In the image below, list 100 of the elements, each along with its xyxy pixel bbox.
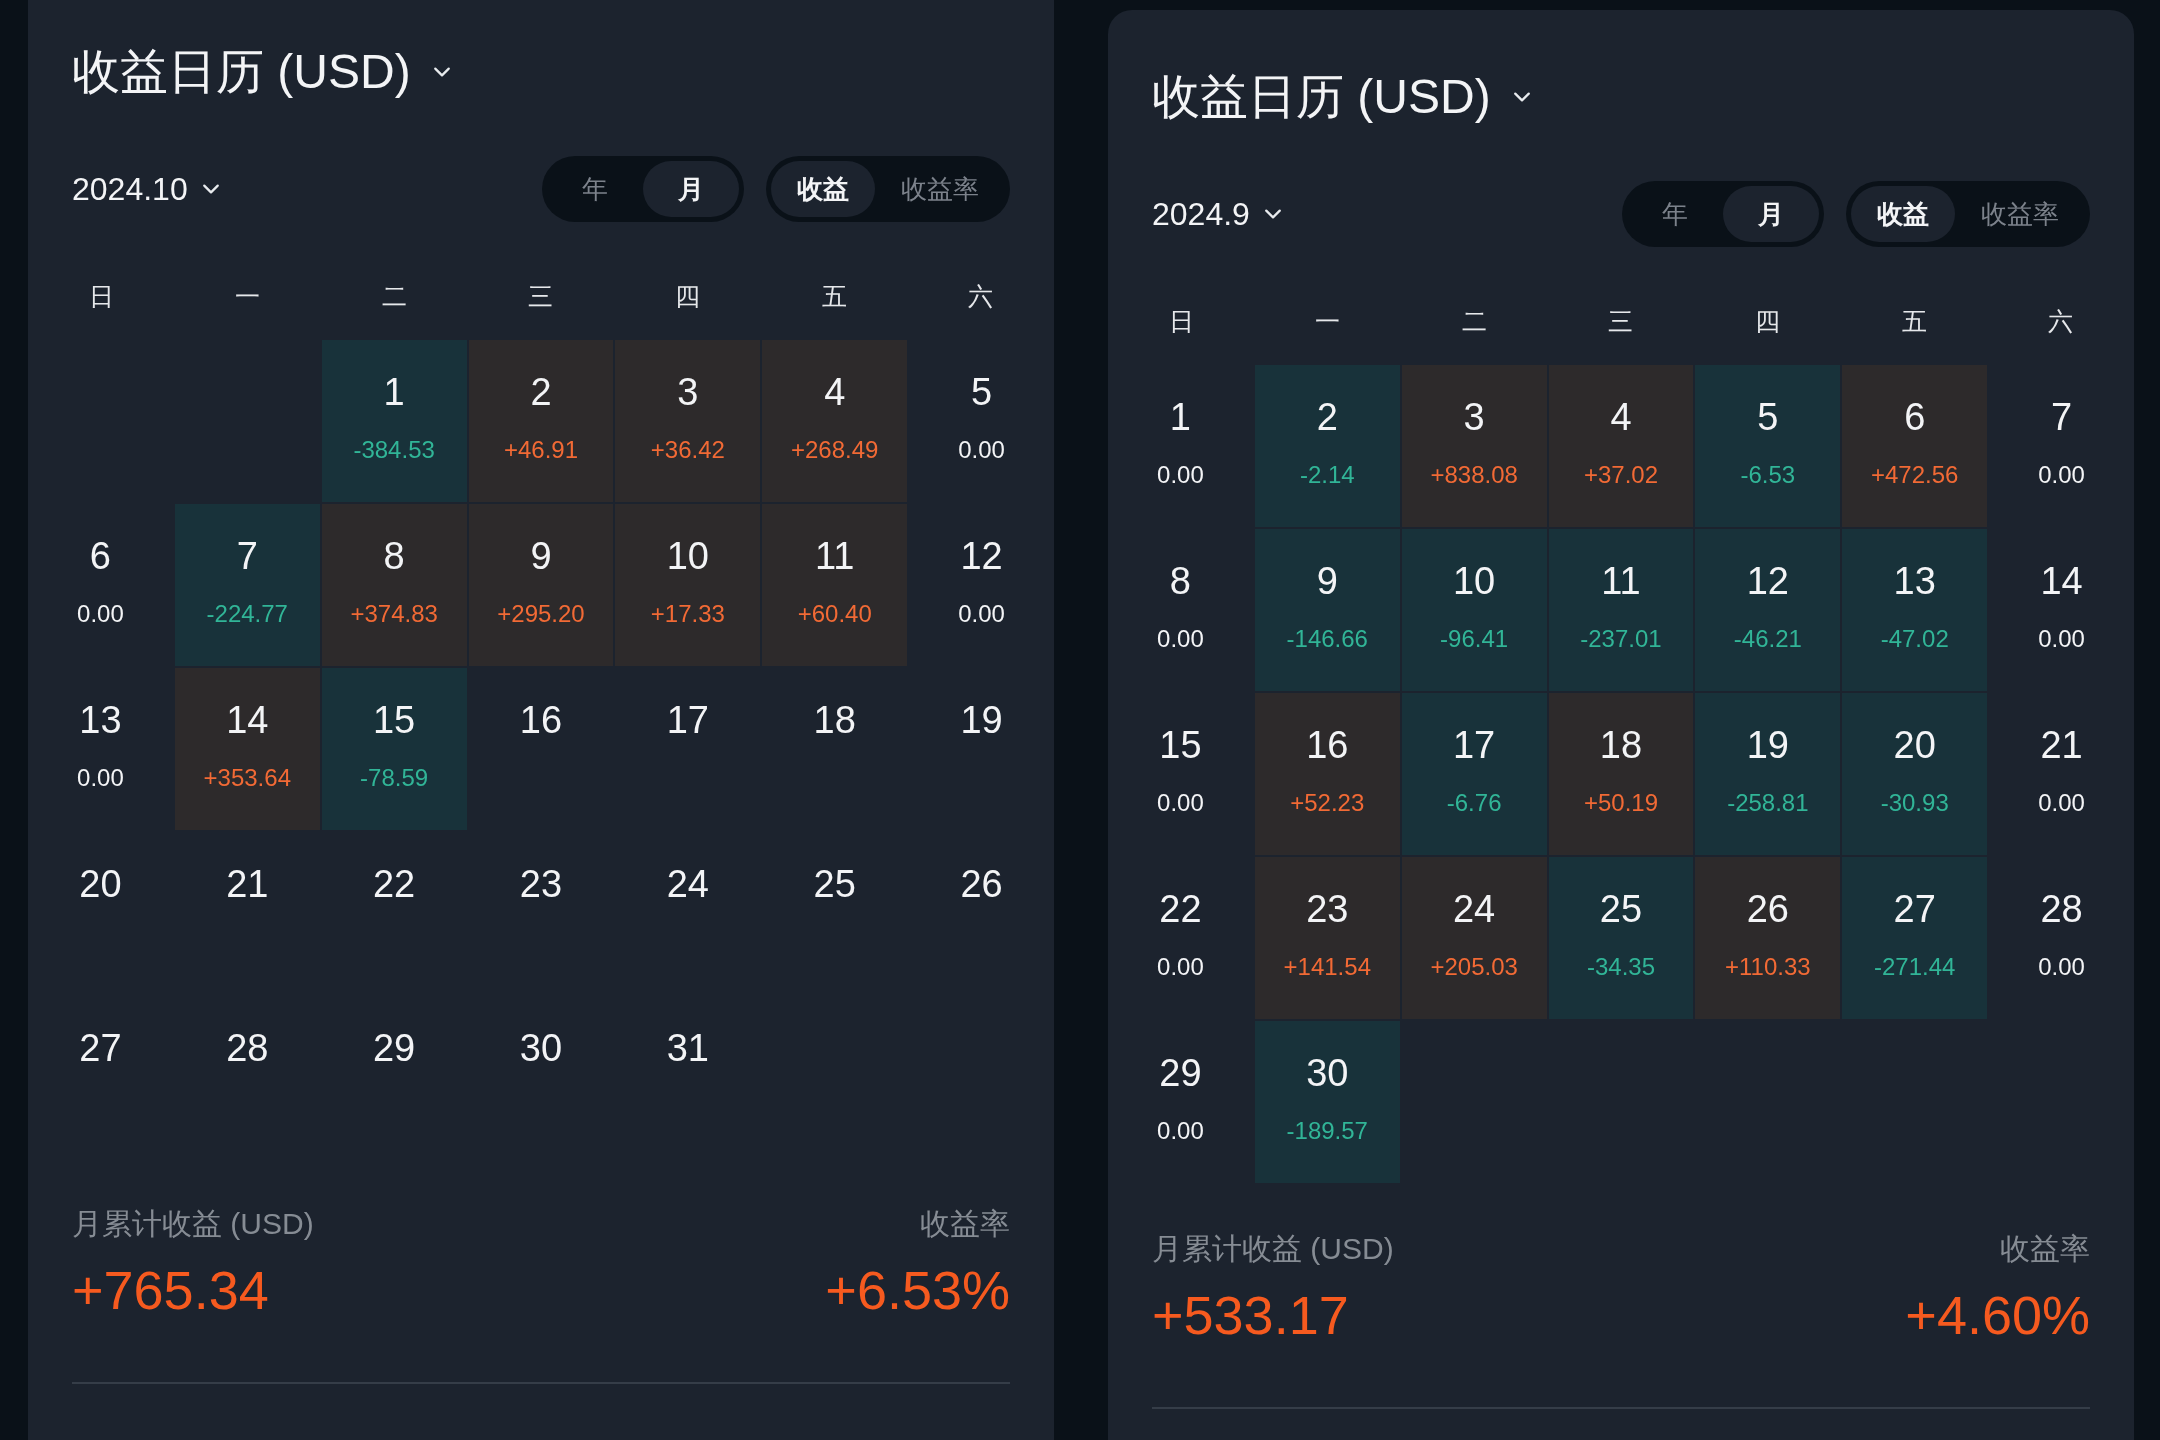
day-cell[interactable]: 18 +50.19 — [1548, 693, 1694, 855]
day-slot[interactable]: 20 — [28, 832, 173, 994]
day-cell[interactable]: 16 +52.23 — [1254, 693, 1400, 855]
weekday-label: 二 — [1460, 305, 1488, 337]
day-cell[interactable]: 24 +205.03 — [1401, 857, 1547, 1019]
day-slot[interactable]: 6 0.00 — [28, 504, 173, 666]
day-cell[interactable]: 6 +472.56 — [1842, 365, 1988, 527]
day-slot[interactable]: 8 0.00 — [1108, 529, 1253, 691]
day-cell[interactable]: 12 -46.21 — [1695, 529, 1841, 691]
rate-label: 收益率 — [2000, 1231, 2090, 1267]
day-number: 17 — [1453, 723, 1496, 767]
day-number: 6 — [1904, 395, 1926, 439]
day-slot[interactable]: 22 0.00 — [1108, 857, 1253, 1019]
weekday-label: 五 — [820, 280, 848, 312]
day-cell[interactable]: 17 -6.76 — [1401, 693, 1547, 855]
daily-profit: -6.53 — [1740, 461, 1796, 489]
day-slot[interactable]: 13 0.00 — [28, 668, 173, 830]
day-cell[interactable]: 19 -258.81 — [1695, 693, 1841, 855]
day-cell[interactable]: 26 +110.33 — [1695, 857, 1841, 1019]
day-slot[interactable]: 26 — [909, 832, 1054, 994]
segment-tab[interactable]: 收益 — [1851, 186, 1955, 242]
day-cell[interactable]: 4 +268.49 — [762, 340, 908, 502]
day-cell[interactable]: 2 +46.91 — [468, 340, 614, 502]
day-slot[interactable]: 30 — [468, 996, 614, 1158]
day-cell[interactable]: 8 +374.83 — [321, 504, 467, 666]
day-slot[interactable]: 17 — [615, 668, 761, 830]
day-slot[interactable]: 23 — [468, 832, 614, 994]
day-slot[interactable]: 29 0.00 — [1108, 1021, 1253, 1183]
day-cell[interactable]: 11 -237.01 — [1548, 529, 1694, 691]
daily-profit: 0.00 — [2038, 789, 2085, 817]
day-slot[interactable]: 28 — [174, 996, 320, 1158]
segment-tab[interactable]: 年 — [547, 161, 643, 217]
daily-profit: +268.49 — [791, 436, 879, 464]
day-number: 30 — [519, 1026, 563, 1070]
daily-profit: -47.02 — [1880, 625, 1949, 653]
day-slot[interactable]: 5 0.00 — [909, 340, 1054, 502]
day-slot[interactable]: 16 — [468, 668, 614, 830]
daily-profit: 0.00 — [1157, 461, 1204, 489]
day-cell[interactable]: 27 -271.44 — [1842, 857, 1988, 1019]
day-cell[interactable]: 3 +838.08 — [1401, 365, 1547, 527]
day-slot[interactable]: 19 — [909, 668, 1054, 830]
day-slot[interactable]: 31 — [615, 996, 761, 1158]
weekday-label: 日 — [1167, 305, 1195, 337]
segment-tab[interactable]: 收益率 — [875, 161, 1005, 217]
day-cell[interactable]: 11 +60.40 — [762, 504, 908, 666]
day-slot[interactable]: 14 0.00 — [1989, 529, 2134, 691]
day-slot[interactable]: 25 — [762, 832, 908, 994]
day-slot[interactable]: 15 0.00 — [1108, 693, 1253, 855]
daily-profit: +295.20 — [497, 600, 585, 628]
daily-profit: -34.35 — [1586, 953, 1655, 981]
day-number: 7 — [236, 534, 258, 578]
day-cell[interactable]: 23 +141.54 — [1254, 857, 1400, 1019]
day-cell[interactable]: 9 -146.66 — [1254, 529, 1400, 691]
day-slot[interactable]: 29 — [321, 996, 467, 1158]
day-cell[interactable]: 10 -96.41 — [1401, 529, 1547, 691]
segment-tab[interactable]: 月 — [643, 161, 739, 217]
day-cell[interactable]: 3 +36.42 — [615, 340, 761, 502]
day-number: 6 — [89, 534, 111, 578]
month-picker[interactable]: 2024.9 — [1152, 195, 1282, 233]
day-slot[interactable]: 21 0.00 — [1989, 693, 2134, 855]
day-cell[interactable]: 2 -2.14 — [1254, 365, 1400, 527]
daily-profit: -258.81 — [1727, 789, 1809, 817]
day-slot[interactable]: 12 0.00 — [909, 504, 1054, 666]
day-cell[interactable]: 25 -34.35 — [1548, 857, 1694, 1019]
day-slot[interactable]: 21 — [174, 832, 320, 994]
day-cell[interactable]: 20 -30.93 — [1842, 693, 1988, 855]
day-number: 22 — [1159, 887, 1202, 931]
day-slot[interactable]: 27 — [28, 996, 173, 1158]
day-slot[interactable]: 18 — [762, 668, 908, 830]
day-slot[interactable]: 1 0.00 — [1108, 365, 1253, 527]
day-cell[interactable]: 30 -189.57 — [1254, 1021, 1400, 1183]
day-slot[interactable]: 28 0.00 — [1989, 857, 2134, 1019]
day-cell[interactable]: 7 -224.77 — [174, 504, 320, 666]
day-cell[interactable]: 5 -6.53 — [1695, 365, 1841, 527]
segment-tab[interactable]: 月 — [1723, 186, 1819, 242]
day-number: 9 — [530, 534, 552, 578]
day-slot[interactable]: 22 — [321, 832, 467, 994]
day-cell[interactable]: 9 +295.20 — [468, 504, 614, 666]
segment-tab[interactable]: 收益率 — [1955, 186, 2085, 242]
day-number: 15 — [1159, 723, 1202, 767]
daily-profit: -384.53 — [353, 436, 435, 464]
day-cell[interactable]: 1 -384.53 — [321, 340, 467, 502]
day-slot[interactable]: 7 0.00 — [1989, 365, 2134, 527]
day-slot[interactable]: 24 — [615, 832, 761, 994]
day-cell[interactable]: 4 +37.02 — [1548, 365, 1694, 527]
day-cell[interactable]: 15 -78.59 — [321, 668, 467, 830]
day-cell[interactable]: 14 +353.64 — [174, 668, 320, 830]
weekday-label: 一 — [1314, 305, 1342, 337]
segment-tab[interactable]: 收益 — [771, 161, 875, 217]
segment-tab[interactable]: 年 — [1627, 186, 1723, 242]
daily-profit: +52.23 — [1290, 789, 1365, 817]
panel-title: 收益日历 (USD) — [72, 44, 411, 100]
day-number: 7 — [2051, 395, 2073, 439]
day-cell[interactable]: 10 +17.33 — [615, 504, 761, 666]
summary-label: 月累计收益 (USD) — [1152, 1231, 1394, 1267]
month-picker[interactable]: 2024.10 — [72, 170, 220, 208]
day-cell[interactable]: 13 -47.02 — [1842, 529, 1988, 691]
day-number: 16 — [519, 698, 563, 742]
weekday-label: 五 — [1900, 305, 1928, 337]
day-number: 10 — [1453, 559, 1496, 603]
